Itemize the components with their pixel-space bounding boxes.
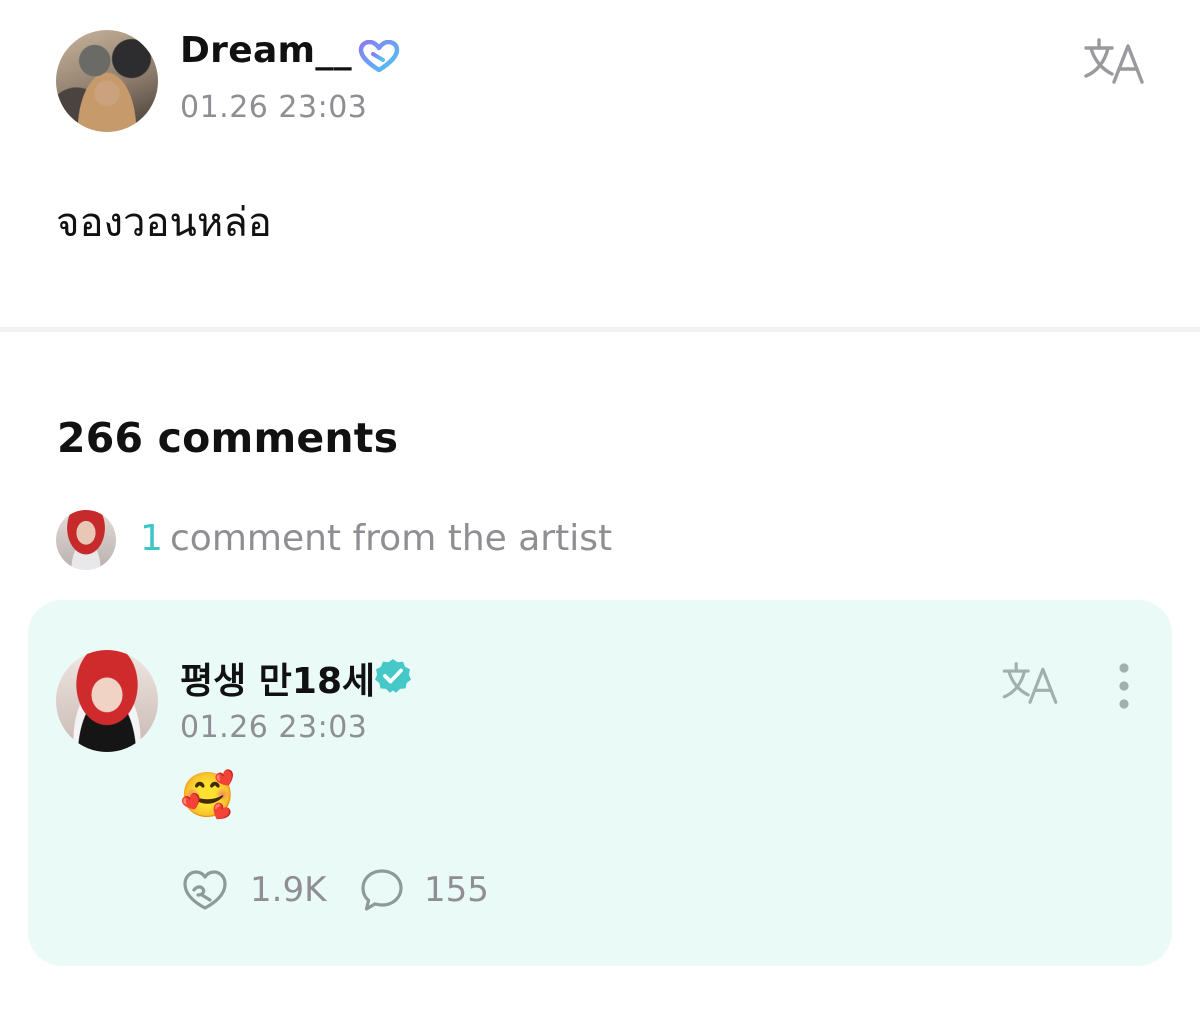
artist-comment-count[interactable]: 1	[140, 518, 163, 559]
section-divider	[0, 327, 1200, 332]
comment-author-avatar[interactable]	[56, 650, 158, 752]
post-author-avatar[interactable]	[56, 30, 158, 132]
artist-avatar[interactable]	[56, 510, 116, 570]
like-icon[interactable]	[180, 866, 230, 914]
reply-count: 155	[424, 870, 489, 910]
like-count: 1.9K	[250, 870, 327, 910]
comment-body-text: 🥰	[180, 770, 235, 821]
comment-author-name[interactable]: 평생 만18세	[180, 652, 375, 704]
translate-icon[interactable]	[1082, 36, 1146, 86]
artist-comment-label[interactable]: comment from the artist	[170, 518, 612, 559]
comment-timestamp: 01.26 23:03	[180, 710, 368, 745]
post-timestamp: 01.26 23:03	[180, 90, 368, 125]
post-body-text: จองวอนหล่อ	[56, 200, 272, 246]
heart-badge-icon	[358, 40, 400, 73]
reply-icon[interactable]	[358, 866, 406, 914]
verified-badge-icon	[375, 659, 411, 693]
post-author-name[interactable]: Dream__	[180, 30, 352, 71]
translate-icon[interactable]	[1000, 660, 1060, 706]
comments-count-heading: 266 comments	[57, 414, 399, 462]
more-options-icon[interactable]	[1110, 660, 1138, 712]
